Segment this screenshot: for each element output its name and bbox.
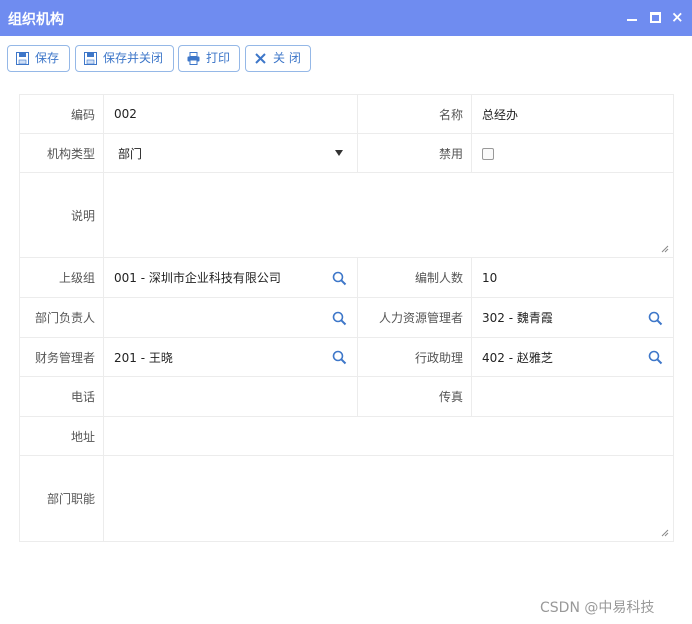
printer-icon [187,52,200,65]
print-button[interactable]: 打印 [178,45,240,72]
save-and-close-button[interactable]: 保存并关闭 [75,45,174,72]
search-icon[interactable] [648,350,663,365]
resize-grip-icon[interactable] [661,529,669,537]
parent-value: 001 - 深圳市企业科技有限公司 [114,271,281,285]
address-label: 地址 [19,416,104,456]
search-icon[interactable] [332,271,347,286]
window-titlebar: 组织机构 × [0,0,692,36]
fax-field[interactable] [471,376,674,417]
minimize-icon[interactable] [626,11,638,23]
admin-assistant-field[interactable]: 402 - 赵雅芝 [471,337,674,377]
search-icon[interactable] [332,311,347,326]
name-field[interactable]: 总经办 [471,94,674,134]
close-button[interactable]: 关 闭 [245,45,311,72]
admin-assistant-label: 行政助理 [357,337,472,377]
hr-manager-value: 302 - 魏青霞 [482,311,553,325]
address-field[interactable] [103,416,674,456]
disabled-checkbox[interactable] [482,147,494,160]
window-title: 组织机构 [8,12,64,28]
hr-manager-label: 人力资源管理者 [357,297,472,338]
headcount-label: 编制人数 [357,257,472,298]
save-and-close-label: 保存并关闭 [103,51,164,65]
description-label: 说明 [19,172,104,258]
duty-label: 部门职能 [19,455,104,542]
finance-manager-label: 财务管理者 [19,337,104,377]
phone-label: 电话 [19,376,104,417]
duty-textarea[interactable] [103,455,674,542]
search-icon[interactable] [332,350,347,365]
code-field[interactable]: 002 [103,94,358,134]
resize-grip-icon[interactable] [661,245,669,253]
close-button-label: 关 闭 [273,51,301,65]
headcount-field[interactable]: 10 [471,257,674,298]
dropdown-arrow-icon[interactable] [335,150,343,156]
close-x-icon [255,53,266,64]
finance-manager-field[interactable]: 201 - 王晓 [103,337,358,377]
description-textarea[interactable] [103,172,674,258]
maximize-icon[interactable] [649,11,661,23]
hr-manager-field[interactable]: 302 - 魏青霞 [471,297,674,338]
finance-manager-value: 201 - 王晓 [114,350,173,365]
leader-label: 部门负责人 [19,297,104,338]
admin-assistant-value: 402 - 赵雅芝 [482,350,553,365]
search-icon[interactable] [648,311,663,326]
leader-field[interactable] [103,297,358,338]
parent-field[interactable]: 001 - 深圳市企业科技有限公司 [103,257,358,298]
type-select-value: 部门 [118,146,143,161]
fax-label: 传真 [357,376,472,417]
save-icon [84,52,97,65]
watermark: CSDN @中易科技 [540,600,655,616]
disabled-label: 禁用 [357,133,472,173]
phone-field[interactable] [103,376,358,417]
name-label: 名称 [357,94,472,134]
org-form: 编码 002 名称 总经办 机构类型 部门 禁用 说明 上级组 001 - 深圳… [19,94,674,542]
save-button[interactable]: 保存 [7,45,70,72]
save-button-label: 保存 [35,51,60,65]
type-label: 机构类型 [19,133,104,173]
toolbar: 保存 保存并关闭 打印 关 闭 [0,36,692,78]
print-button-label: 打印 [206,51,231,65]
close-icon[interactable]: × [671,10,684,25]
disabled-cell [471,133,674,173]
type-select[interactable]: 部门 [103,133,358,173]
parent-label: 上级组 [19,257,104,298]
code-label: 编码 [19,94,104,134]
save-icon [16,52,29,65]
